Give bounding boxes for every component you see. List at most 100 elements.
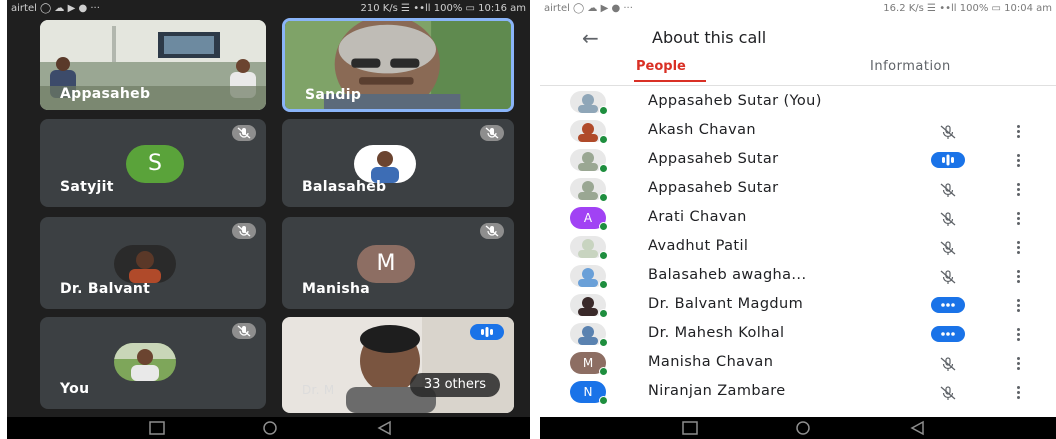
participant-name: Avadhut Patil bbox=[648, 238, 749, 254]
participant-name: Satyjit bbox=[60, 179, 114, 195]
online-status-icon bbox=[599, 396, 608, 405]
participant-name: Dr. Mahesh Kolhal bbox=[648, 325, 785, 341]
participant-row[interactable]: Balasaheb awagha... bbox=[540, 262, 1056, 291]
meeting-grid-screen: airtel ◯ ☁ ▶ ● ··· 210 K/s ☰ ••ll 100% ▭… bbox=[7, 0, 530, 439]
online-status-icon bbox=[599, 164, 608, 173]
participant-row[interactable]: Dr. Mahesh Kolhal bbox=[540, 320, 1056, 349]
audio-level-icon bbox=[931, 326, 965, 342]
online-status-icon bbox=[599, 251, 608, 260]
system-nav-bar bbox=[540, 417, 1056, 439]
participant-tile[interactable]: Dr. Balvant bbox=[40, 217, 266, 309]
more-options-icon[interactable] bbox=[1013, 384, 1025, 400]
participant-name: Appasaheb Sutar bbox=[648, 180, 779, 196]
others-count-button[interactable]: 33 others bbox=[409, 373, 500, 397]
participant-row[interactable]: Appasaheb Sutar bbox=[540, 146, 1056, 175]
back-nav-icon[interactable] bbox=[375, 420, 395, 436]
participant-tile-self[interactable]: You bbox=[40, 317, 266, 409]
speaking-indicator-icon bbox=[931, 152, 965, 168]
more-options-icon[interactable] bbox=[1013, 210, 1025, 226]
mic-off-icon[interactable] bbox=[936, 269, 960, 285]
participant-name: Appasaheb Sutar bbox=[648, 151, 779, 167]
online-status-icon bbox=[599, 367, 608, 376]
audio-level-icon bbox=[931, 297, 965, 313]
participant-name: Dr. M bbox=[302, 383, 335, 397]
mic-off-icon bbox=[480, 223, 504, 239]
online-status-icon bbox=[599, 193, 608, 202]
more-options-icon[interactable] bbox=[1013, 152, 1025, 168]
participant-name: Balasaheb awagha... bbox=[648, 267, 807, 283]
status-right: 16.2 K/s ☰ ••ll 100% ▭ 10:04 am bbox=[883, 3, 1052, 14]
speaking-indicator-icon bbox=[470, 324, 504, 340]
participant-row[interactable]: A Arati Chavan bbox=[540, 204, 1056, 233]
mic-off-icon bbox=[480, 125, 504, 141]
avatar: S bbox=[126, 145, 184, 183]
status-left: airtel ◯ ☁ ▶ ● ··· bbox=[544, 3, 633, 14]
mic-off-icon bbox=[232, 223, 256, 239]
mic-off-icon[interactable] bbox=[936, 240, 960, 256]
participant-name: Dr. Balvant bbox=[60, 281, 151, 297]
participant-row[interactable]: Dr. Balvant Magdum bbox=[540, 291, 1056, 320]
participant-row[interactable]: Akash Chavan bbox=[540, 117, 1056, 146]
participant-tile[interactable]: S Satyjit bbox=[40, 119, 266, 207]
tab-indicator bbox=[634, 80, 706, 82]
online-status-icon bbox=[599, 280, 608, 289]
participant-row[interactable]: Appasaheb Sutar bbox=[540, 175, 1056, 204]
divider bbox=[540, 85, 1056, 86]
online-status-icon bbox=[599, 309, 608, 318]
back-nav-icon[interactable] bbox=[908, 420, 928, 436]
online-status-icon bbox=[599, 222, 608, 231]
more-options-icon[interactable] bbox=[1013, 326, 1025, 342]
participant-name: You bbox=[60, 381, 90, 397]
more-options-icon[interactable] bbox=[1013, 268, 1025, 284]
online-status-icon bbox=[599, 106, 608, 115]
participant-tile[interactable]: M Manisha bbox=[282, 217, 514, 309]
participant-name: Dr. Balvant Magdum bbox=[648, 296, 804, 312]
tab-people[interactable]: People bbox=[636, 59, 686, 74]
more-options-icon[interactable] bbox=[1013, 239, 1025, 255]
participant-row[interactable]: N Niranjan Zambare bbox=[540, 378, 1056, 407]
mic-off-icon[interactable] bbox=[936, 211, 960, 227]
participant-name: Appasaheb bbox=[60, 86, 151, 102]
participant-name: Akash Chavan bbox=[648, 122, 756, 138]
avatar bbox=[354, 145, 416, 183]
tab-information[interactable]: Information bbox=[870, 59, 951, 74]
participant-row[interactable]: Appasaheb Sutar (You) bbox=[540, 88, 1056, 117]
participant-name: Manisha Chavan bbox=[648, 354, 774, 370]
system-nav-bar bbox=[7, 417, 530, 439]
participant-name: Appasaheb Sutar (You) bbox=[648, 93, 822, 109]
participant-row[interactable]: Avadhut Patil bbox=[540, 233, 1056, 262]
participant-name: Balasaheb bbox=[302, 179, 387, 195]
more-options-icon[interactable] bbox=[1013, 355, 1025, 371]
recents-icon[interactable] bbox=[147, 420, 167, 436]
participant-row[interactable]: M Manisha Chavan bbox=[540, 349, 1056, 378]
home-icon[interactable] bbox=[260, 420, 280, 436]
participant-tile[interactable]: Dr. M 33 others bbox=[282, 317, 514, 413]
participant-name: Sandip bbox=[305, 87, 362, 103]
participant-name: Arati Chavan bbox=[648, 209, 747, 225]
mic-off-icon[interactable] bbox=[936, 356, 960, 372]
avatar bbox=[114, 343, 176, 381]
online-status-icon bbox=[599, 135, 608, 144]
online-status-icon bbox=[599, 338, 608, 347]
mic-off-icon[interactable] bbox=[936, 124, 960, 140]
mic-off-icon bbox=[232, 323, 256, 339]
about-call-screen: airtel ◯ ☁ ▶ ● ··· 16.2 K/s ☰ ••ll 100% … bbox=[540, 0, 1056, 439]
home-icon[interactable] bbox=[793, 420, 813, 436]
participant-name: Niranjan Zambare bbox=[648, 383, 786, 399]
more-options-icon[interactable] bbox=[1013, 181, 1025, 197]
participant-name: Manisha bbox=[302, 281, 370, 297]
more-options-icon[interactable] bbox=[1013, 123, 1025, 139]
more-options-icon[interactable] bbox=[1013, 297, 1025, 313]
status-right: 210 K/s ☰ ••ll 100% ▭ 10:16 am bbox=[360, 3, 526, 14]
mic-off-icon[interactable] bbox=[936, 182, 960, 198]
participant-tile[interactable]: Appasaheb bbox=[40, 20, 266, 110]
page-title: About this call bbox=[652, 28, 767, 47]
participant-tile[interactable]: Balasaheb bbox=[282, 119, 514, 207]
status-bar: airtel ◯ ☁ ▶ ● ··· 210 K/s ☰ ••ll 100% ▭… bbox=[7, 0, 530, 18]
recents-icon[interactable] bbox=[680, 420, 700, 436]
status-bar: airtel ◯ ☁ ▶ ● ··· 16.2 K/s ☰ ••ll 100% … bbox=[540, 0, 1056, 18]
avatar bbox=[114, 245, 176, 283]
participant-tile-active[interactable]: Sandip bbox=[282, 18, 514, 112]
mic-off-icon[interactable] bbox=[936, 385, 960, 401]
arrow-left-icon[interactable]: ← bbox=[582, 28, 599, 48]
